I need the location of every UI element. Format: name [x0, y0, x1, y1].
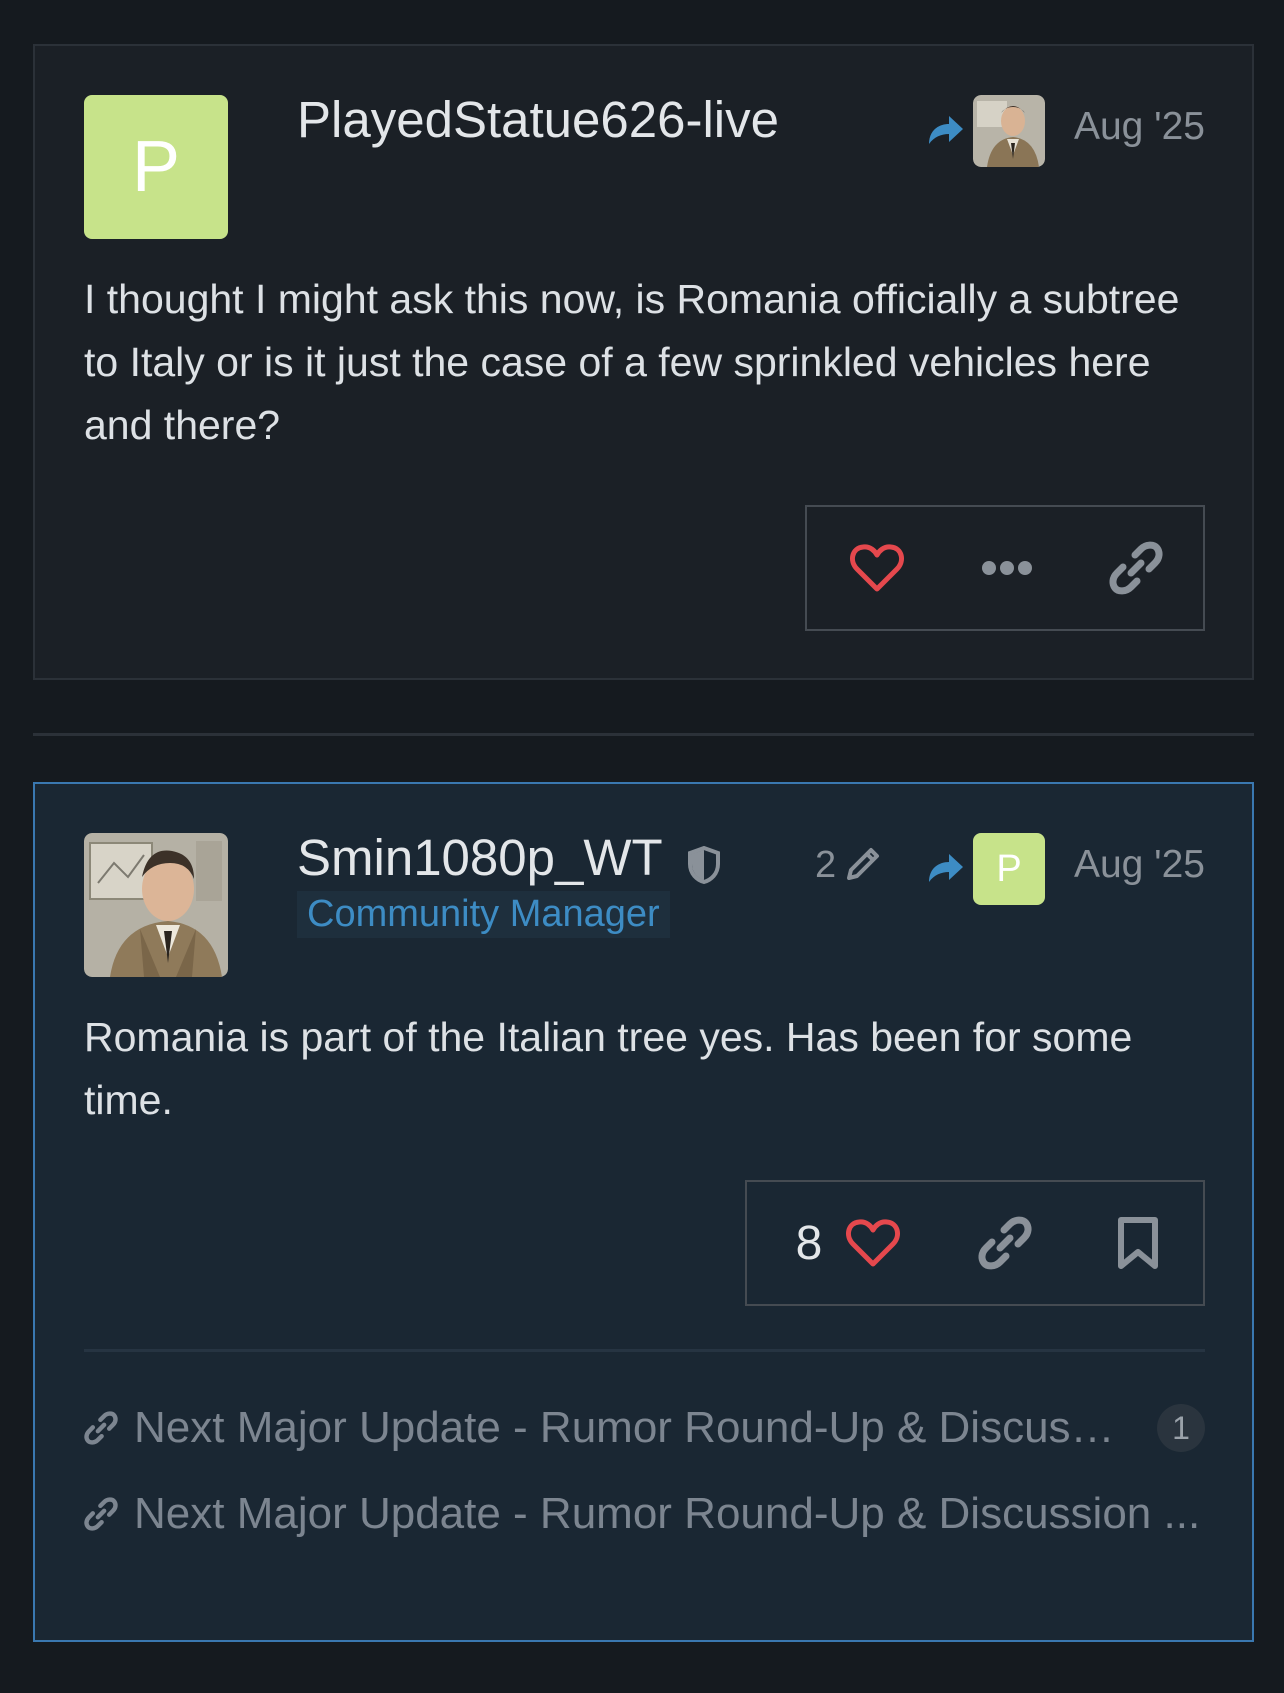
link-icon	[84, 1411, 118, 1445]
bookmark-button[interactable]	[1073, 1182, 1203, 1304]
link-click-count: 1	[1157, 1404, 1205, 1452]
avatar[interactable]: P	[84, 95, 228, 239]
avatar[interactable]	[84, 833, 228, 977]
post-date[interactable]: Aug '25	[1074, 843, 1205, 887]
more-icon	[982, 561, 1032, 575]
user-title-badge: Community Manager	[297, 891, 670, 938]
links-divider	[84, 1349, 1205, 1352]
edit-count[interactable]: 2	[815, 844, 836, 887]
linked-topic-title: Next Major Update - Rumor Round-Up & Dis…	[134, 1403, 1133, 1452]
post-body: I thought I might ask this now, is Roman…	[84, 276, 1180, 448]
post-date[interactable]: Aug '25	[1074, 105, 1205, 149]
more-button[interactable]	[937, 507, 1077, 629]
reply-to-avatar[interactable]	[973, 95, 1045, 167]
reply-to-avatar[interactable]: P	[973, 833, 1045, 905]
heart-icon	[849, 544, 905, 592]
post-actions: 8	[745, 1180, 1205, 1306]
reply-arrow-icon[interactable]	[925, 850, 965, 886]
moderator-shield-icon	[688, 846, 720, 884]
share-link-button[interactable]	[1069, 507, 1203, 629]
like-count[interactable]: 8	[787, 1182, 831, 1304]
linked-topic-title: Next Major Update - Rumor Round-Up & Dis…	[134, 1489, 1201, 1538]
linked-topic[interactable]: Next Major Update - Rumor Round-Up & Dis…	[84, 1398, 1205, 1458]
post-actions	[805, 505, 1205, 631]
link-icon	[978, 1216, 1032, 1270]
linked-topic[interactable]: Next Major Update - Rumor Round-Up & Dis…	[84, 1484, 1205, 1544]
username[interactable]: PlayedStatue626-live	[297, 90, 779, 149]
like-button[interactable]	[807, 507, 947, 629]
username[interactable]: Smin1080p_WT	[297, 828, 663, 887]
post-body: Romania is part of the Italian tree yes.…	[84, 1014, 1133, 1123]
like-button[interactable]	[833, 1182, 913, 1304]
heart-icon	[845, 1219, 901, 1267]
reply-arrow-icon[interactable]	[925, 112, 965, 148]
post-divider	[33, 733, 1254, 736]
post-card: P PlayedStatue626-live Aug '25 I thought…	[33, 44, 1254, 680]
link-icon	[84, 1497, 118, 1531]
bookmark-icon	[1118, 1217, 1158, 1269]
link-icon	[1109, 541, 1163, 595]
pencil-icon[interactable]	[843, 844, 883, 884]
share-link-button[interactable]	[935, 1182, 1075, 1304]
like-count-text: 8	[795, 1216, 823, 1270]
post-card: Smin1080p_WT Community Manager 2 P Aug '…	[33, 782, 1254, 1642]
